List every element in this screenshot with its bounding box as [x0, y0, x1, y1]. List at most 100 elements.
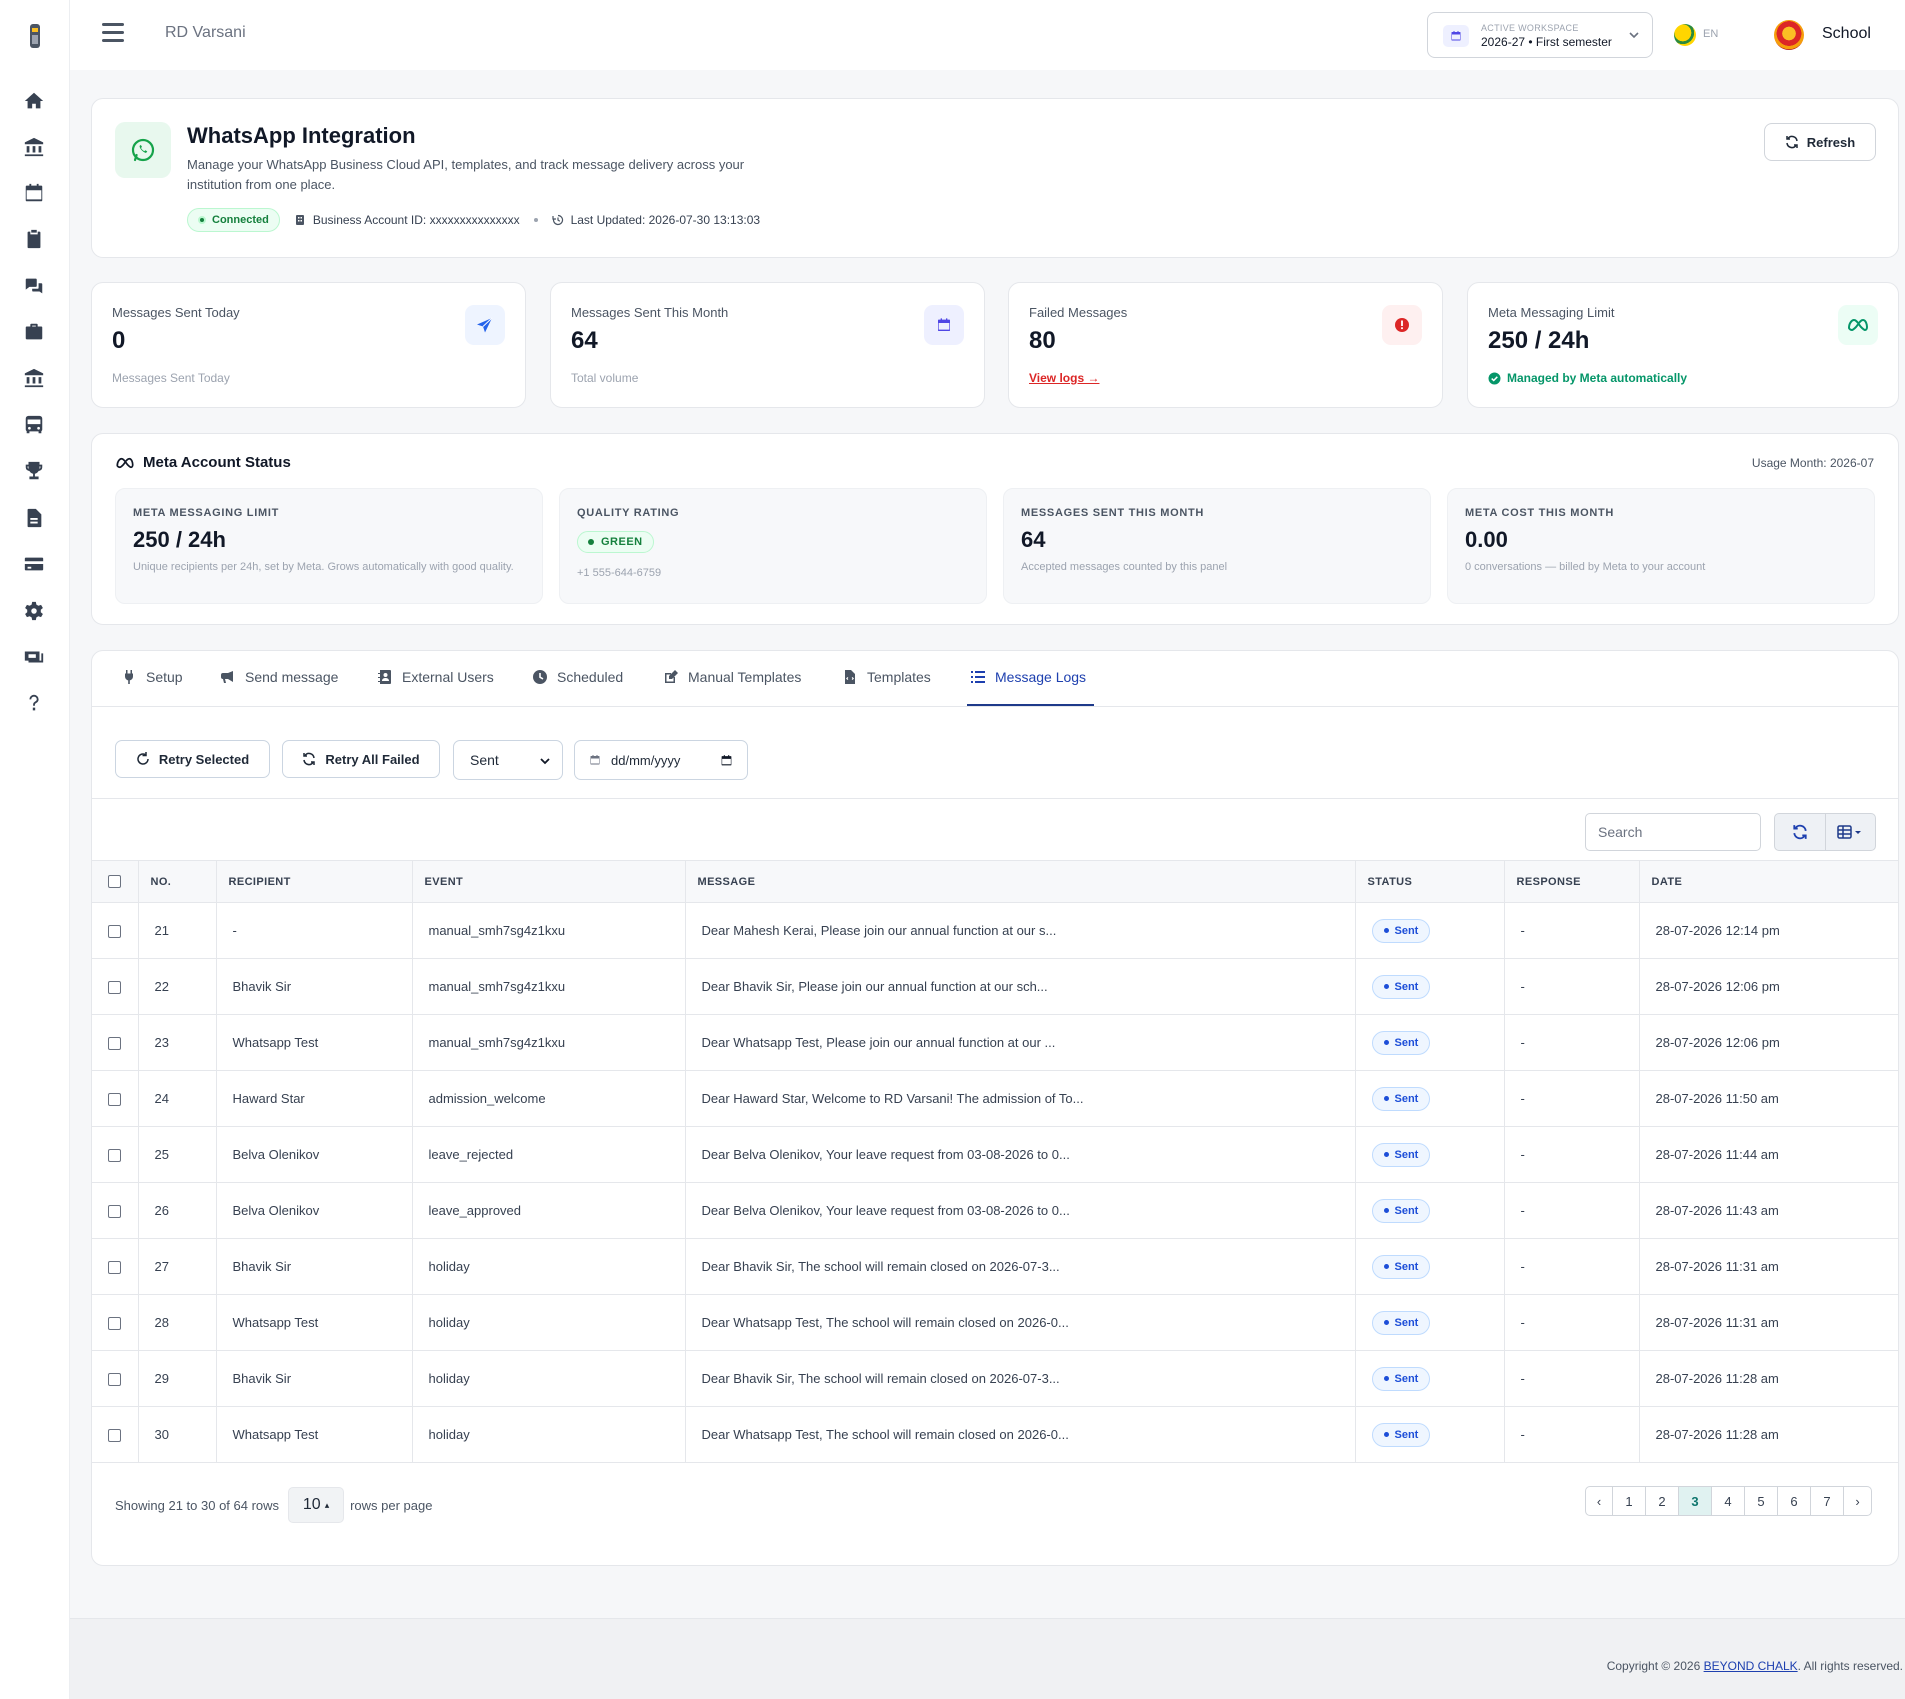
date-filter-input[interactable]: dd/mm/yyyy [574, 740, 748, 780]
column-header[interactable]: EVENT [412, 860, 686, 903]
tab-manual-templates[interactable]: Manual Templates [664, 669, 801, 685]
table-row[interactable]: 27 Bhavik Sir holiday Dear Bhavik Sir, The … [92, 1238, 1898, 1295]
table-row[interactable]: 30 Whatsapp Test holiday Dear Whatsapp Test… [92, 1406, 1898, 1463]
row-status-cell: Sent [1355, 1406, 1505, 1463]
page-button[interactable]: 7 [1811, 1487, 1844, 1515]
row-checkbox[interactable] [108, 1429, 121, 1443]
gear-icon[interactable] [11, 594, 57, 628]
tab-label: Setup [146, 669, 183, 685]
meta-icon [1838, 305, 1878, 345]
rows-per-page-label: rows per page [350, 1497, 433, 1513]
contact-book-icon [378, 670, 391, 684]
list-icon [971, 671, 985, 683]
home-icon[interactable] [11, 84, 57, 118]
clipboard-icon[interactable] [11, 222, 57, 256]
bank-icon[interactable] [11, 130, 57, 164]
tab-message-logs[interactable]: Message Logs [971, 669, 1086, 685]
row-status-cell: Sent [1355, 1350, 1505, 1407]
row-number: 23 [138, 1014, 217, 1071]
row-checkbox[interactable] [108, 1205, 121, 1219]
card-icon[interactable] [11, 547, 57, 581]
column-header[interactable]: RESPONSE [1504, 860, 1640, 903]
row-checkbox[interactable] [108, 925, 121, 939]
box-label: MESSAGES SENT THIS MONTH [1021, 507, 1205, 519]
chat-icon[interactable] [11, 269, 57, 303]
briefcase-icon[interactable] [11, 315, 57, 349]
row-checkbox[interactable] [108, 1093, 121, 1107]
status-filter-value: Sent [470, 752, 499, 768]
retry-all-failed-button[interactable]: Retry All Failed [282, 740, 440, 778]
tab-scheduled[interactable]: Scheduled [533, 669, 623, 685]
tab-send-message[interactable]: Send message [221, 669, 338, 685]
column-header[interactable]: NO. [138, 860, 217, 903]
columns-toggle-button[interactable] [1824, 814, 1875, 850]
table-row[interactable]: 22 Bhavik Sir manual_smh7sg4z1kxu Dear Bhav… [92, 958, 1898, 1015]
language-flag-icon[interactable] [1674, 24, 1696, 46]
row-checkbox[interactable] [108, 1373, 121, 1387]
page-button[interactable]: 5 [1745, 1487, 1778, 1515]
brand-link[interactable]: BEYOND CHALK [1704, 1659, 1798, 1673]
tab-setup[interactable]: Setup [122, 669, 183, 685]
institution-icon[interactable] [11, 361, 57, 395]
row-date: 28-07-2026 12:14 pm [1639, 902, 1898, 959]
money-icon[interactable] [11, 640, 57, 674]
column-header[interactable]: MESSAGE [685, 860, 1356, 903]
stat-value: 250 / 24h [1488, 327, 1590, 354]
language-code[interactable]: EN [1703, 28, 1718, 40]
file-code-icon [845, 670, 855, 684]
page-button[interactable]: 4 [1712, 1487, 1745, 1515]
table-row[interactable]: 28 Whatsapp Test holiday Dear Whatsapp Test… [92, 1294, 1898, 1351]
status-filter-select[interactable]: Sent [453, 740, 563, 780]
row-date: 28-07-2026 11:44 am [1639, 1126, 1898, 1183]
row-checkbox[interactable] [108, 1317, 121, 1331]
reload-table-button[interactable] [1775, 814, 1825, 850]
row-checkbox[interactable] [108, 981, 121, 995]
school-logo-icon[interactable] [24, 22, 46, 50]
row-event: leave_approved [412, 1182, 686, 1239]
view-logs-link[interactable]: View logs → [1029, 371, 1099, 385]
refresh-button[interactable]: Refresh [1764, 123, 1876, 161]
table-row[interactable]: 24 Haward Star admission_welcome Dear Hawar… [92, 1070, 1898, 1127]
table-row[interactable]: 25 Belva Olenikov leave_rejected Dear Belva… [92, 1126, 1898, 1183]
prev-page-button[interactable]: ‹ [1586, 1487, 1613, 1515]
table-row[interactable]: 21- manual_smh7sg4z1kxu Dear Mahesh Kerai,… [92, 902, 1898, 959]
row-checkbox[interactable] [108, 1037, 121, 1051]
table-row[interactable]: 23 Whatsapp Test manual_smh7sg4z1kxu Dear W… [92, 1014, 1898, 1071]
row-checkbox[interactable] [108, 1149, 121, 1163]
select-all-checkbox[interactable] [108, 875, 121, 888]
row-message: Dear Bhavik Sir, The school will remain … [685, 1238, 1356, 1295]
next-page-button[interactable]: › [1844, 1487, 1871, 1515]
tab-templates[interactable]: Templates [843, 669, 931, 685]
search-input[interactable]: Search [1585, 813, 1761, 851]
column-header[interactable]: DATE [1639, 860, 1898, 903]
row-message: Dear Whatsapp Test, The school will rema… [685, 1294, 1356, 1351]
trophy-icon[interactable] [11, 454, 57, 488]
stat-label: Messages Sent Today [112, 305, 240, 320]
rows-per-page-select[interactable]: 10 ▴ [288, 1487, 345, 1523]
user-name[interactable]: School [1822, 25, 1871, 43]
column-header[interactable]: STATUS [1355, 860, 1505, 903]
date-picker-icon[interactable] [720, 754, 733, 767]
row-select-cell [92, 958, 139, 1015]
document-icon[interactable] [11, 501, 57, 535]
retry-selected-button[interactable]: Retry Selected [115, 740, 270, 778]
table-row[interactable]: 26 Belva Olenikov leave_approved Dear Belva… [92, 1182, 1898, 1239]
bus-icon[interactable] [11, 408, 57, 442]
table-row[interactable]: 29 Bhavik Sir holiday Dear Bhavik Sir, The … [92, 1350, 1898, 1407]
row-checkbox[interactable] [108, 1261, 121, 1275]
page-button[interactable]: 6 [1778, 1487, 1811, 1515]
workspace-selector[interactable]: ACTIVE WORKSPACE 2026-27 • First semeste… [1427, 12, 1653, 58]
message-logs-panel: Setup Send message External Users Schedu… [91, 650, 1899, 1566]
page-button[interactable]: 3 [1679, 1487, 1712, 1515]
history-icon [551, 214, 563, 226]
avatar[interactable] [1774, 20, 1804, 50]
help-icon[interactable] [11, 686, 57, 720]
page-button[interactable]: 2 [1646, 1487, 1679, 1515]
page-button[interactable]: 1 [1613, 1487, 1646, 1515]
menu-toggle-icon[interactable] [102, 23, 124, 43]
tab-external-users[interactable]: External Users [378, 669, 494, 685]
column-header[interactable]: RECIPIENT [216, 860, 413, 903]
retry-icon [137, 752, 149, 765]
calendar-icon[interactable] [11, 176, 57, 210]
row-status-cell: Sent [1355, 1070, 1505, 1127]
